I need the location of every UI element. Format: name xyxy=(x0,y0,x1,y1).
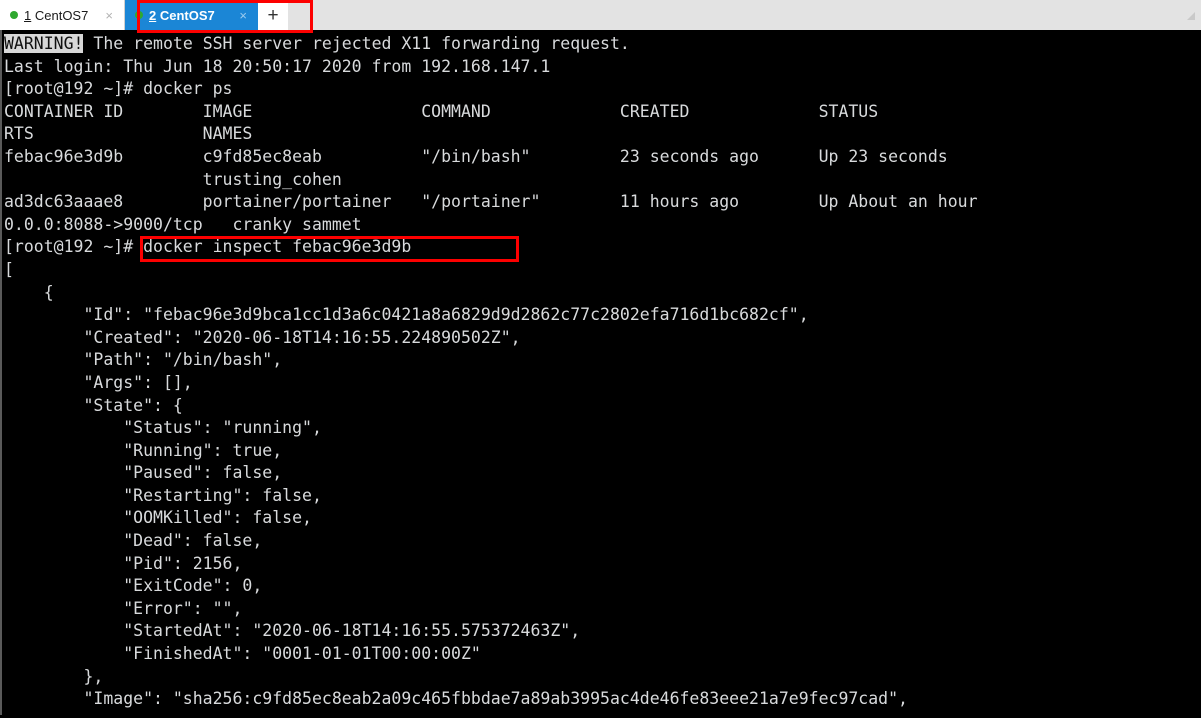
tab-1-centos7[interactable]: 1 CentOS7 × xyxy=(0,0,125,30)
terminal-line-json-paused: "Paused": false, xyxy=(4,463,283,483)
terminal-output[interactable]: WARNING! The remote SSH server rejected … xyxy=(0,30,1201,715)
terminal-line-json-path: "Path": "/bin/bash", xyxy=(4,350,283,370)
terminal-line-json-dead: "Dead": false, xyxy=(4,531,263,551)
tab-status-dot-icon xyxy=(10,11,18,19)
terminal-line-ps-row-2: ad3dc63aaae8 portainer/portainer "/porta… xyxy=(4,192,978,212)
terminal-line-json-pid: "Pid": 2156, xyxy=(4,553,243,573)
tab-2-name: CentOS7 xyxy=(159,7,215,23)
terminal-line-ps-header-wrap: RTS NAMES xyxy=(4,124,253,144)
tab-bar-filler xyxy=(288,0,1201,30)
terminal-line-prompt-docker-ps: [root@192 ~]# docker ps xyxy=(4,79,233,99)
warning-badge: WARNING! xyxy=(4,34,84,53)
resize-grip-icon xyxy=(1187,12,1195,20)
tab-2-label: 2 CentOS7 xyxy=(149,8,228,23)
terminal-line: Last login: Thu Jun 18 20:50:17 2020 fro… xyxy=(4,56,551,76)
warning-message: The remote SSH server rejected X11 forwa… xyxy=(83,34,630,53)
terminal-line-json-exitcode: "ExitCode": 0, xyxy=(4,576,263,596)
terminal-line-warning: WARNING! The remote SSH server rejected … xyxy=(4,33,1201,56)
terminal-line-json-open-bracket: [ xyxy=(4,259,14,279)
terminal-line-json-restarting: "Restarting": false, xyxy=(4,485,322,505)
terminal-line-json-id: "Id": "febac96e3d9bca1cc1d3a6c0421a8a682… xyxy=(4,305,809,325)
tab-2-centos7[interactable]: 2 CentOS7 × xyxy=(125,0,258,30)
tab-bar: 1 CentOS7 × 2 CentOS7 × + xyxy=(0,0,1201,33)
new-tab-button[interactable]: + xyxy=(258,0,288,30)
terminal-line-json-running: "Running": true, xyxy=(4,440,283,460)
tab-1-close-icon[interactable]: × xyxy=(100,9,118,22)
tab-status-dot-icon xyxy=(135,11,143,19)
terminal-line-json-close-brace: }, xyxy=(4,666,104,686)
terminal-line-json-state: "State": { xyxy=(4,395,183,415)
terminal-line-json-error: "Error": "", xyxy=(4,598,243,618)
tab-1-name: CentOS7 xyxy=(34,7,89,23)
tab-1-label: 1 CentOS7 xyxy=(24,8,94,23)
terminal-line-ps-row-1-wrap: trusting_cohen xyxy=(4,169,342,189)
terminal-line-json-startedat: "StartedAt": "2020-06-18T14:16:55.575372… xyxy=(4,621,581,641)
terminal-line-json-open-brace: { xyxy=(4,282,54,302)
terminal-line-docker-inspect-command: [root@192 ~]# docker inspect febac96e3d9… xyxy=(4,237,412,257)
terminal-line-json-oomkilled: "OOMKilled": false, xyxy=(4,508,312,528)
terminal-line-json-finishedat: "FinishedAt": "0001-01-01T00:00:00Z" xyxy=(4,644,481,664)
terminal-line-json-status: "Status": "running", xyxy=(4,418,322,438)
terminal-line-json-created: "Created": "2020-06-18T14:16:55.22489050… xyxy=(4,327,521,347)
tab-2-close-icon[interactable]: × xyxy=(234,9,252,22)
terminal-line-json-args: "Args": [], xyxy=(4,372,193,392)
terminal-window: 1 CentOS7 × 2 CentOS7 × + WARNING! The r… xyxy=(0,0,1201,718)
terminal-line-ps-header: CONTAINER ID IMAGE COMMAND CREATED STATU… xyxy=(4,101,879,121)
terminal-line-json-image: "Image": "sha256:c9fd85ec8eab2a09c465fbb… xyxy=(4,689,908,709)
terminal-line-ps-row-2-wrap: 0.0.0:8088->9000/tcp cranky sammet xyxy=(4,214,362,234)
terminal-line-ps-row-1: febac96e3d9b c9fd85ec8eab "/bin/bash" 23… xyxy=(4,146,948,166)
